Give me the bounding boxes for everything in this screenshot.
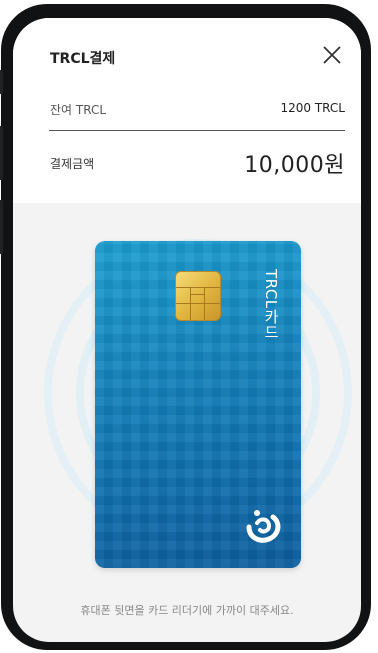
chip-icon xyxy=(175,271,221,321)
payment-amount-value: 10,000원 xyxy=(244,153,345,178)
page-title: TRCL결제 xyxy=(50,51,116,67)
side-button xyxy=(0,70,3,94)
nfc-instruction: 휴대폰 뒷면을 카드 리더기에 가까이 대주세요. xyxy=(80,604,294,617)
payment-amount-label: 결제금액 xyxy=(50,157,95,171)
payment-summary-panel: TRCL결제 잔여 TRCL 1200 TRCL 결제금액 10,000원 xyxy=(13,18,361,203)
payment-screen: TRCL결제 잔여 TRCL 1200 TRCL 결제금액 10,000원 TR… xyxy=(13,18,361,642)
close-icon[interactable] xyxy=(319,42,345,68)
volume-down-button xyxy=(0,200,3,254)
balance-value: 1200 TRCL xyxy=(280,101,346,115)
balance-label: 잔여 TRCL xyxy=(50,103,107,117)
divider xyxy=(49,130,345,131)
trcl-card: TRCL카드 xyxy=(95,241,301,568)
phone-frame: TRCL결제 잔여 TRCL 1200 TRCL 결제금액 10,000원 TR… xyxy=(0,4,371,650)
card-name: TRCL카드 xyxy=(262,269,280,340)
brand-logo-icon xyxy=(246,510,281,543)
volume-up-button xyxy=(0,126,3,180)
